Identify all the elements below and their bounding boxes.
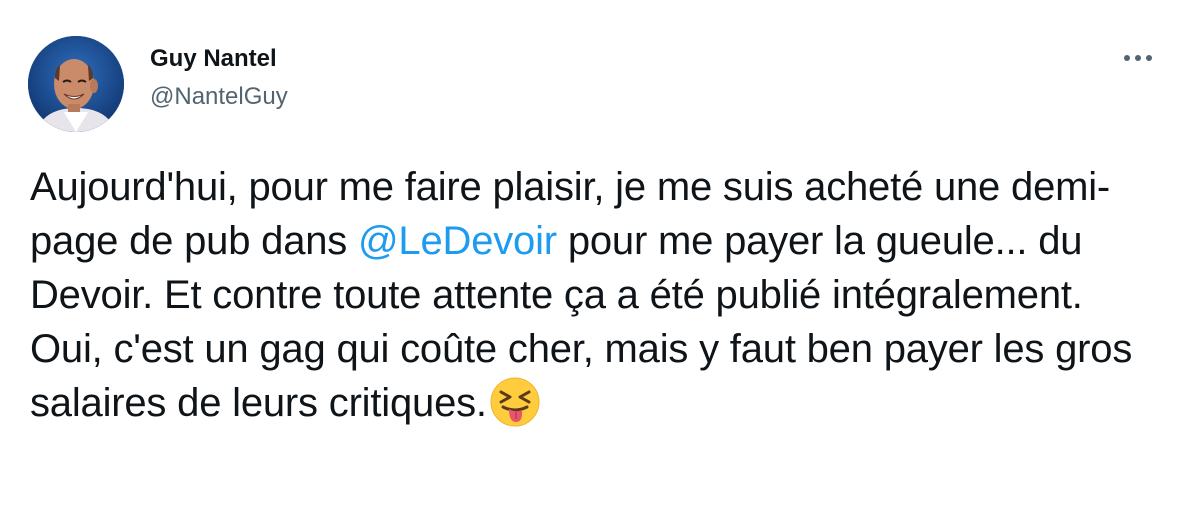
tweet-text: Aujourd'hui, pour me faire plaisir, je m… — [30, 160, 1160, 430]
mention-link[interactable]: @LeDevoir — [358, 219, 557, 263]
display-name[interactable]: Guy Nantel — [150, 44, 288, 74]
tweet-card: Guy Nantel @NantelGuy Aujourd'hui, pour … — [0, 0, 1190, 514]
user-handle[interactable]: @NantelGuy — [150, 82, 288, 112]
avatar[interactable] — [28, 36, 124, 132]
more-horizontal-icon — [1124, 55, 1152, 61]
more-options-button[interactable] — [1120, 46, 1156, 70]
author-info: Guy Nantel @NantelGuy — [150, 44, 288, 112]
squinting-face-with-tongue-icon — [490, 377, 540, 427]
